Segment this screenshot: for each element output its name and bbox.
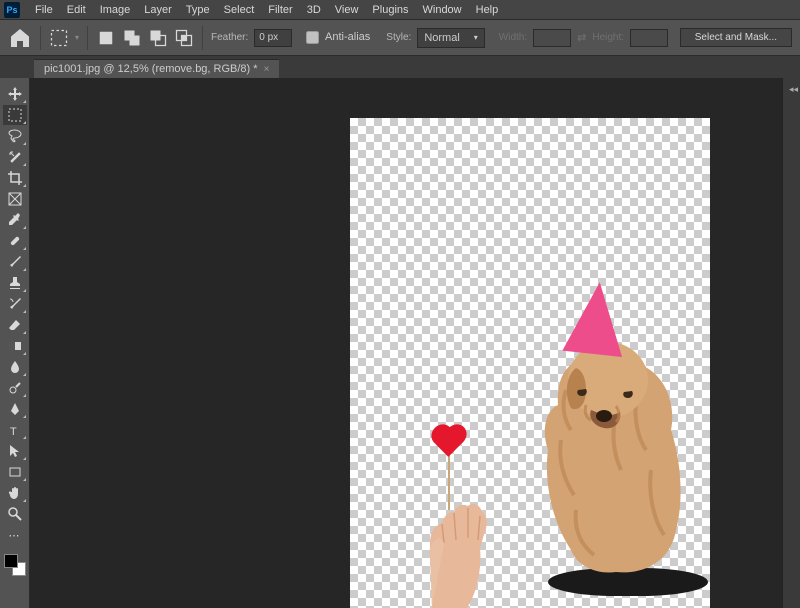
menu-bar: Ps File Edit Image Layer Type Select Fil… [0, 0, 800, 20]
separator [202, 26, 203, 50]
foreground-color-swatch[interactable] [4, 554, 18, 568]
menu-filter[interactable]: Filter [261, 0, 299, 19]
height-input [630, 29, 668, 47]
tool-eraser[interactable] [3, 315, 27, 335]
width-label: Width: [499, 32, 527, 43]
separator [87, 26, 88, 50]
width-input [533, 29, 571, 47]
image-party-hat [562, 279, 629, 357]
style-select[interactable]: Normal▾ [417, 28, 484, 48]
expand-panel-icon[interactable]: ◂◂ [789, 84, 798, 95]
tool-edit-toolbar[interactable]: ⋯ [3, 525, 27, 545]
selection-add-icon[interactable] [122, 28, 142, 48]
tool-gradient[interactable] [3, 336, 27, 356]
right-collapsed-panel[interactable]: ◂◂ [782, 78, 800, 608]
marquee-icon[interactable] [49, 28, 69, 48]
menu-plugins[interactable]: Plugins [365, 0, 415, 19]
tool-hand[interactable] [3, 483, 27, 503]
height-label: Height: [592, 32, 624, 43]
style-label: Style: [386, 32, 411, 43]
tool-healing[interactable] [3, 231, 27, 251]
image-heart-stick [448, 452, 450, 510]
menu-help[interactable]: Help [469, 0, 506, 19]
document-tab[interactable]: pic1001.jpg @ 12,5% (remove.bg, RGB/8) *… [34, 59, 279, 78]
menu-image[interactable]: Image [93, 0, 138, 19]
image-dog [516, 320, 696, 580]
dropdown-caret[interactable]: ▾ [75, 33, 79, 42]
tool-lasso[interactable] [3, 126, 27, 146]
document-tab-title: pic1001.jpg @ 12,5% (remove.bg, RGB/8) * [44, 63, 258, 75]
close-tab-icon[interactable]: × [264, 64, 270, 75]
menu-type[interactable]: Type [179, 0, 217, 19]
swap-icon: ⇄ [577, 31, 586, 44]
tool-pen[interactable] [3, 399, 27, 419]
tool-blur[interactable] [3, 357, 27, 377]
tool-wand[interactable] [3, 147, 27, 167]
tool-brush[interactable] [3, 252, 27, 272]
document-canvas[interactable] [350, 118, 710, 608]
home-button[interactable] [8, 26, 32, 50]
selection-new-icon[interactable] [96, 28, 116, 48]
tool-frame[interactable] [3, 189, 27, 209]
tool-rectangle[interactable] [3, 462, 27, 482]
separator [40, 26, 41, 50]
options-bar: ▾ Feather: Anti-alias Style: Normal▾ Wid… [0, 20, 800, 56]
tool-eyedropper[interactable] [3, 210, 27, 230]
select-and-mask-button[interactable]: Select and Mask... [680, 28, 792, 47]
tools-panel: T ⋯ [0, 78, 30, 608]
tool-dodge[interactable] [3, 378, 27, 398]
selection-subtract-icon[interactable] [148, 28, 168, 48]
tool-marquee[interactable] [3, 105, 27, 125]
menu-edit[interactable]: Edit [60, 0, 93, 19]
antialias-checkbox-label: Anti-alias [306, 31, 370, 44]
svg-text:T: T [10, 426, 17, 438]
menu-3d[interactable]: 3D [300, 0, 328, 19]
tool-crop[interactable] [3, 168, 27, 188]
transparency-grid [350, 118, 710, 608]
tool-zoom[interactable] [3, 504, 27, 524]
menu-layer[interactable]: Layer [137, 0, 179, 19]
feather-input[interactable] [254, 29, 292, 47]
feather-label: Feather: [211, 32, 248, 43]
canvas-workspace: ◂◂ [30, 78, 800, 608]
document-tab-bar: pic1001.jpg @ 12,5% (remove.bg, RGB/8) *… [0, 56, 800, 78]
tool-path-select[interactable] [3, 441, 27, 461]
app-logo: Ps [4, 2, 20, 18]
tool-type[interactable]: T [3, 420, 27, 440]
tool-move[interactable] [3, 84, 27, 104]
tool-history-brush[interactable] [3, 294, 27, 314]
menu-view[interactable]: View [328, 0, 366, 19]
menu-file[interactable]: File [28, 0, 60, 19]
color-swatches[interactable] [4, 554, 26, 576]
menu-select[interactable]: Select [217, 0, 262, 19]
tool-stamp[interactable] [3, 273, 27, 293]
selection-intersect-icon[interactable] [174, 28, 194, 48]
menu-window[interactable]: Window [416, 0, 469, 19]
